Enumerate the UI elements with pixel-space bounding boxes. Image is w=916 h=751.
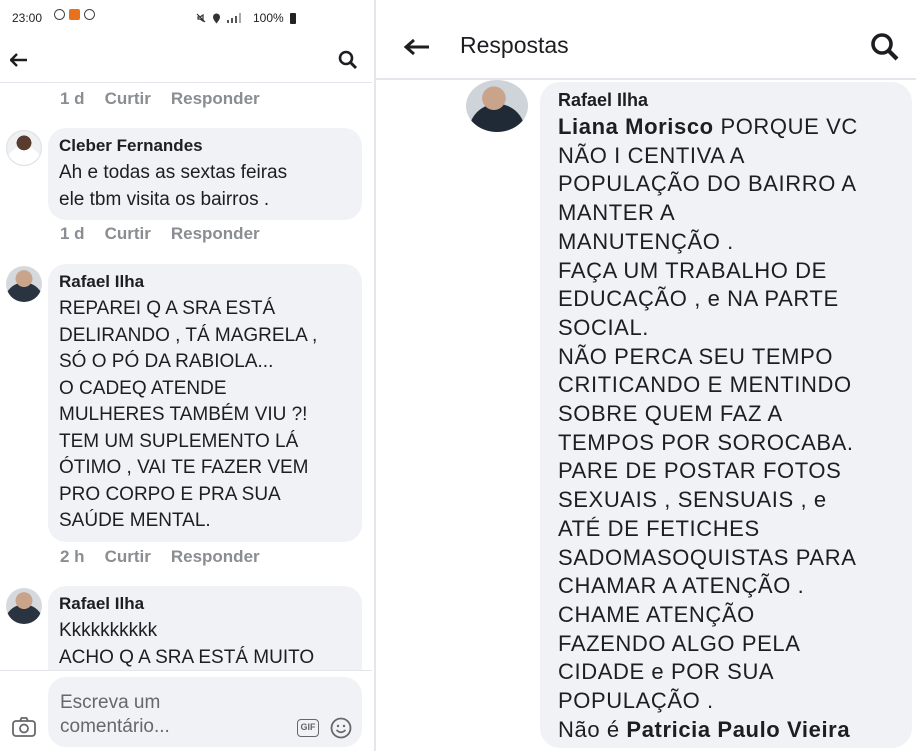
- back-arrow-icon[interactable]: [404, 38, 430, 56]
- reply-line: NÃO PERCA SEU TEMPO: [558, 343, 834, 369]
- comment-placeholder: Escreva um comentário...: [60, 692, 170, 737]
- reply-line: CHAME ATENÇÃO: [558, 601, 755, 627]
- search-icon[interactable]: [338, 50, 358, 70]
- comments-screen: 23:00 100% 1 d Curtir Responder Cleber F…: [0, 0, 372, 751]
- comment-text: REPAREI Q A SRA ESTÁ DELIRANDO , TÁ MAGR…: [59, 298, 318, 531]
- reply-line: POPULAÇÃO .: [558, 688, 714, 714]
- notification-icons: [54, 9, 95, 20]
- reply-line: CHAMAR A ATENÇÃO .: [558, 573, 805, 599]
- emoji-icon[interactable]: [330, 717, 352, 739]
- comment-composer: Escreva um comentário... GIF: [0, 670, 372, 751]
- like-button[interactable]: Curtir: [105, 89, 151, 109]
- reply-button[interactable]: Responder: [171, 89, 260, 109]
- status-bar: [376, 0, 916, 6]
- reply-text: Liana Morisco PORQUE VC NÃO I CENTIVA A P…: [558, 113, 912, 744]
- mute-icon: [196, 13, 206, 23]
- battery-percent: 100%: [253, 11, 284, 25]
- comment-bubble: Cleber Fernandes Ah e todas as sextas fe…: [48, 128, 362, 220]
- reply-line: EDUCAÇÃO , e NA PARTE: [558, 286, 839, 312]
- top-bar: Respostas: [376, 16, 916, 80]
- reply-line: POPULAÇÃO DO BAIRRO A: [558, 171, 857, 197]
- reply-line: NÃO I CENTIVA A: [558, 142, 746, 168]
- comment-author[interactable]: Rafael Ilha: [59, 272, 351, 292]
- reply-line: PARE DE POSTAR FOTOS: [558, 458, 842, 484]
- reply-line: Liana Morisco PORQUE VC: [558, 113, 912, 142]
- reply-line: TEMPOS POR SOROCABA.: [558, 429, 854, 455]
- search-icon[interactable]: [870, 32, 900, 62]
- mention-link[interactable]: Patricia Paulo Vieira: [626, 717, 850, 742]
- comment-text: Ah e todas as sextas feiras ele tbm visi…: [59, 162, 288, 210]
- comment-time: 2 h: [60, 547, 85, 566]
- reply-line: MANUTENÇÃO .: [558, 228, 734, 254]
- reply-line: SOCIAL.: [558, 314, 650, 340]
- top-bar: [0, 40, 372, 83]
- reply-author[interactable]: Rafael Ilha: [558, 90, 912, 111]
- like-button[interactable]: Curtir: [105, 224, 151, 244]
- comment-actions: 1 d Curtir Responder: [60, 224, 260, 244]
- reply-line: ATÉ DE FETICHES: [558, 515, 760, 541]
- reply-line: SADOMASOQUISTAS PARA: [558, 544, 857, 570]
- avatar[interactable]: [6, 588, 42, 624]
- reply-line: Não é Patricia Paulo Vieira: [558, 716, 912, 745]
- avatar[interactable]: [6, 130, 42, 166]
- comment-time: 1 d: [60, 224, 85, 243]
- reply-button[interactable]: Responder: [171, 547, 260, 567]
- location-icon: [213, 13, 220, 23]
- app-notification-icon: [69, 9, 80, 20]
- comment-actions: 2 h Curtir Responder: [60, 547, 260, 567]
- replies-screen: Respostas Rafael Ilha Liana Morisco PORQ…: [374, 0, 916, 751]
- mention-link[interactable]: Liana Morisco: [558, 114, 714, 139]
- reply-line-text: Não é: [558, 716, 627, 742]
- notification-icon: [84, 9, 95, 20]
- comment-text: Kkkkkkkkkk ACHO Q A SRA ESTÁ MUITO: [59, 620, 315, 668]
- system-icons: 100%: [196, 11, 296, 25]
- signal-icon: [227, 13, 241, 23]
- comment-author[interactable]: Rafael Ilha: [59, 594, 351, 614]
- reply-line: CRITICANDO E MENTINDO: [558, 372, 852, 398]
- avatar[interactable]: [466, 80, 528, 132]
- whatsapp-icon: [54, 9, 65, 20]
- comment-bubble: Rafael Ilha REPAREI Q A SRA ESTÁ DELIRAN…: [48, 264, 362, 542]
- status-bar: 23:00 100%: [0, 0, 372, 36]
- battery-icon: [289, 12, 296, 24]
- comment-author[interactable]: Cleber Fernandes: [59, 136, 351, 156]
- reply-line-text: PORQUE VC: [713, 114, 858, 139]
- reply-line: SEXUAIS , SENSUAIS , e: [558, 487, 827, 513]
- comment-time: 1 d: [60, 89, 85, 108]
- like-button[interactable]: Curtir: [105, 547, 151, 567]
- status-time: 23:00: [12, 11, 43, 25]
- reply-line: MANTER A: [558, 200, 676, 226]
- camera-icon[interactable]: [12, 717, 36, 737]
- gif-icon[interactable]: GIF: [297, 719, 319, 737]
- reply-line: SOBRE QUEM FAZ A: [558, 401, 783, 427]
- reply-button[interactable]: Responder: [171, 224, 260, 244]
- back-arrow-icon[interactable]: [10, 53, 28, 67]
- reply-line: CIDADE e POR SUA: [558, 659, 775, 685]
- comment-actions: 1 d Curtir Responder: [60, 89, 260, 109]
- page-title: Respostas: [460, 32, 569, 58]
- avatar[interactable]: [6, 266, 42, 302]
- reply-line: FAÇA UM TRABALHO DE: [558, 257, 827, 283]
- reply-bubble: Rafael Ilha Liana Morisco PORQUE VC NÃO …: [540, 82, 912, 748]
- reply-line: FAZENDO ALGO PELA: [558, 630, 801, 656]
- comment-input[interactable]: Escreva um comentário... GIF: [48, 677, 362, 747]
- reply-lines: NÃO I CENTIVA A POPULAÇÃO DO BAIRRO A MANT…: [558, 142, 912, 716]
